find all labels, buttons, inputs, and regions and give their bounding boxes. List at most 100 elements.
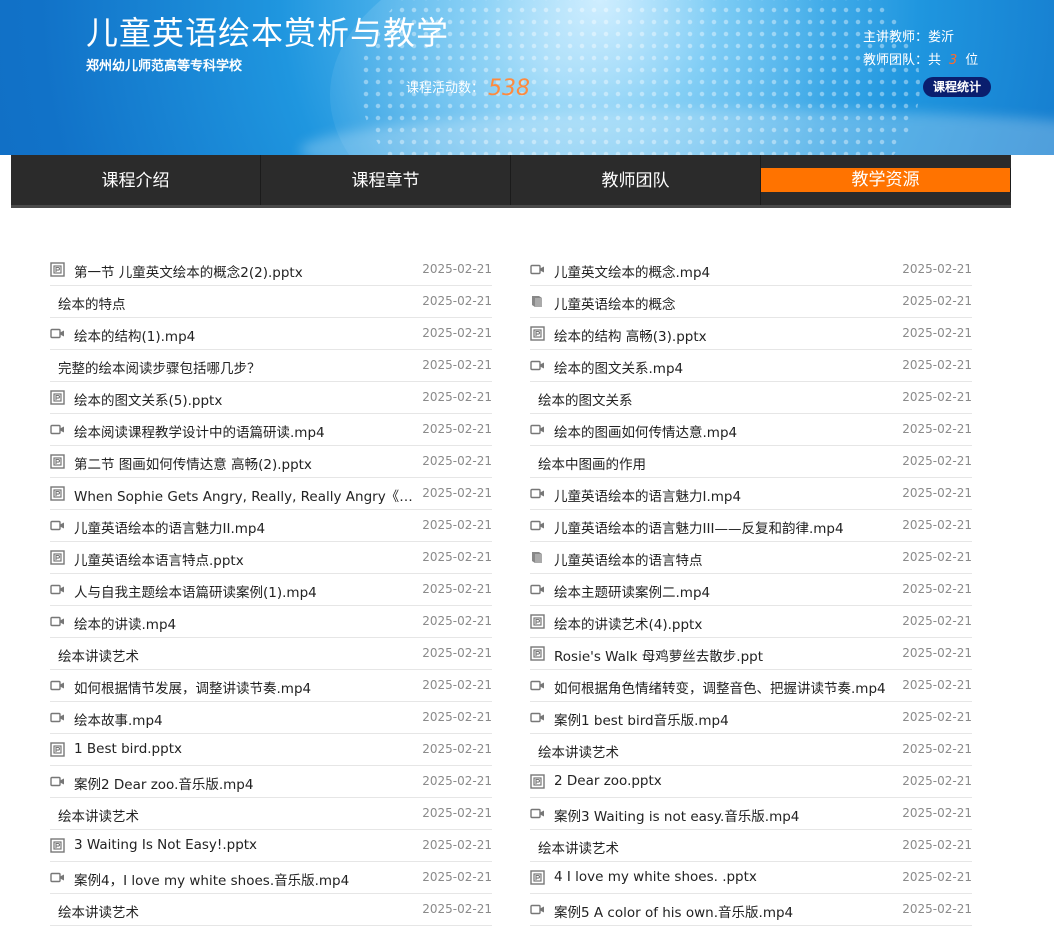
video-camera-icon bbox=[530, 422, 545, 437]
resource-name[interactable]: 如何根据角色情绪转变，调整音色、把握讲读节奏.mp4 bbox=[554, 677, 886, 697]
resource-row[interactable]: 如何根据角色情绪转变，调整音色、把握讲读节奏.mp4 2025-02-21 bbox=[530, 670, 972, 702]
resource-name[interactable]: Rosie's Walk 母鸡萝丝去散步.ppt bbox=[554, 645, 763, 665]
resource-name[interactable]: 绘本讲读艺术 bbox=[58, 645, 139, 665]
team-number: 3 bbox=[949, 53, 958, 68]
resource-name[interactable]: 4 I love my white shoes. .pptx bbox=[554, 869, 757, 885]
resource-name[interactable]: 绘本的讲读艺术(4).pptx bbox=[554, 613, 702, 633]
resource-row[interactable]: 绘本讲读艺术 2025-02-21 bbox=[530, 830, 972, 862]
resource-name[interactable]: 儿童英语绘本的语言魅力II.mp4 bbox=[74, 517, 265, 537]
resource-name[interactable]: 儿童英语绘本的语言魅力I.mp4 bbox=[554, 485, 741, 505]
resource-row[interactable]: 案例4，I love my white shoes.音乐版.mp4 2025-02… bbox=[50, 862, 492, 894]
resource-row[interactable]: 儿童英文绘本的概念.mp4 2025-02-21 bbox=[530, 254, 972, 286]
tab-teaching-resources[interactable]: 教学资源 bbox=[761, 168, 1011, 192]
resource-row[interactable]: 绘本阅读课程教学设计中的语篇研读.mp4 2025-02-21 bbox=[50, 414, 492, 446]
resource-name[interactable]: 3 Waiting Is Not Easy!.pptx bbox=[74, 837, 257, 853]
resource-name[interactable]: 儿童英语绘本的概念 bbox=[554, 293, 676, 313]
resource-row[interactable]: 完整的绘本阅读步骤包括哪几步？ 2025-02-21 bbox=[50, 350, 492, 382]
resource-row[interactable]: 绘本讲读艺术 2025-02-21 bbox=[530, 734, 972, 766]
resource-row[interactable]: 绘本的图文关系.mp4 2025-02-21 bbox=[530, 350, 972, 382]
resource-name[interactable]: 绘本讲读艺术 bbox=[538, 741, 619, 761]
resource-row[interactable]: 如何根据情节发展，调整讲读节奏.mp4 2025-02-21 bbox=[50, 670, 492, 702]
resource-row[interactable]: Rosie's Walk 母鸡萝丝去散步.ppt 2025-02-21 bbox=[530, 638, 972, 670]
resource-row[interactable]: 绘本故事.mp4 2025-02-21 bbox=[50, 702, 492, 734]
resource-row[interactable]: 儿童英语绘本语言特点.pptx 2025-02-21 bbox=[50, 542, 492, 574]
resource-name[interactable]: 绘本的图文关系(5).pptx bbox=[74, 389, 222, 409]
resource-row[interactable]: 绘本的讲读艺术(4).pptx 2025-02-21 bbox=[530, 606, 972, 638]
resource-name[interactable]: 完整的绘本阅读步骤包括哪几步？ bbox=[58, 357, 261, 377]
resource-name[interactable]: 案例5 A color of his own.音乐版.mp4 bbox=[554, 901, 793, 921]
resource-name[interactable]: 案例4，I love my white shoes.音乐版.mp4 bbox=[74, 869, 349, 889]
resource-name[interactable]: 第一节 儿童英文绘本的概念2(2).pptx bbox=[74, 261, 303, 281]
resource-name[interactable]: When Sophie Gets Angry, Really, Really A… bbox=[74, 485, 424, 505]
resource-row[interactable]: 绘本讲读艺术 2025-02-21 bbox=[50, 798, 492, 830]
resource-row[interactable]: 绘本的图文关系(5).pptx 2025-02-21 bbox=[50, 382, 492, 414]
resource-row[interactable]: 儿童英语绘本的语言特点 2025-02-21 bbox=[530, 542, 972, 574]
tab-course-intro[interactable]: 课程介绍 bbox=[11, 155, 261, 205]
resource-row[interactable]: 绘本讲读艺术 2025-02-21 bbox=[50, 638, 492, 670]
resource-name[interactable]: 案例3 Waiting is not easy.音乐版.mp4 bbox=[554, 805, 799, 825]
resource-name[interactable]: 绘本的图文关系 bbox=[538, 389, 633, 409]
resource-row[interactable]: 绘本中图画的作用 2025-02-21 bbox=[530, 446, 972, 478]
resource-row[interactable]: 绘本的结构(1).mp4 2025-02-21 bbox=[50, 318, 492, 350]
resource-row[interactable]: 儿童英语绘本的语言魅力III——反复和韵律.mp4 2025-02-21 bbox=[530, 510, 972, 542]
resource-row[interactable]: 人与自我主题绘本语篇研读案例(1).mp4 2025-02-21 bbox=[50, 574, 492, 606]
resource-row[interactable]: 案例2 Dear zoo.音乐版.mp4 2025-02-21 bbox=[50, 766, 492, 798]
resource-row[interactable]: 3 Waiting Is Not Easy!.pptx 2025-02-21 bbox=[50, 830, 492, 862]
resource-date: 2025-02-21 bbox=[422, 518, 492, 532]
resource-name[interactable]: 案例1 best bird音乐版.mp4 bbox=[554, 709, 729, 729]
resource-name[interactable]: 绘本讲读艺术 bbox=[58, 805, 139, 825]
resource-name[interactable]: 绘本的结构 高畅(3).pptx bbox=[554, 325, 707, 345]
resource-row[interactable]: 绘本的讲读.mp4 2025-02-21 bbox=[50, 606, 492, 638]
resource-date: 2025-02-21 bbox=[422, 710, 492, 724]
resource-name[interactable]: 绘本讲读艺术 bbox=[538, 837, 619, 857]
resource-name[interactable]: 绘本的讲读.mp4 bbox=[74, 613, 176, 633]
tab-course-chapters[interactable]: 课程章节 bbox=[261, 155, 511, 205]
resource-row[interactable]: When Sophie Gets Angry, Really, Really A… bbox=[50, 478, 492, 510]
resource-name[interactable]: 儿童英语绘本的语言特点 bbox=[554, 549, 703, 569]
resource-name[interactable]: 1 Best bird.pptx bbox=[74, 741, 182, 757]
resource-name[interactable]: 第二节 图画如何传情达意 高畅(2).pptx bbox=[74, 453, 312, 473]
resource-row[interactable]: 第二节 图画如何传情达意 高畅(2).pptx 2025-02-21 bbox=[50, 446, 492, 478]
video-camera-icon bbox=[50, 614, 65, 629]
resource-name[interactable]: 绘本的特点 bbox=[58, 293, 126, 313]
resource-row[interactable]: 绘本的特点 2025-02-21 bbox=[50, 286, 492, 318]
resource-name[interactable]: 儿童英文绘本的概念.mp4 bbox=[554, 261, 710, 281]
resource-name[interactable]: 绘本的图文关系.mp4 bbox=[554, 357, 683, 377]
resource-row[interactable]: 案例5 A color of his own.音乐版.mp4 2025-02-21 bbox=[530, 894, 972, 926]
resource-row[interactable]: 绘本的图画如何传情达意.mp4 2025-02-21 bbox=[530, 414, 972, 446]
resource-date: 2025-02-21 bbox=[902, 870, 972, 884]
activity-label: 课程活动数： bbox=[406, 81, 485, 96]
resource-row[interactable]: 1 Best bird.pptx 2025-02-21 bbox=[50, 734, 492, 766]
resource-name[interactable]: 绘本讲读艺术 bbox=[58, 901, 139, 921]
resource-row[interactable]: 儿童英语绘本的语言魅力II.mp4 2025-02-21 bbox=[50, 510, 492, 542]
resource-row[interactable]: 绘本主题研读案例二.mp4 2025-02-21 bbox=[530, 574, 972, 606]
tab-teacher-team[interactable]: 教师团队 bbox=[511, 155, 761, 205]
resource-row[interactable]: 案例3 Waiting is not easy.音乐版.mp4 2025-02-2… bbox=[530, 798, 972, 830]
resource-name[interactable]: 2 Dear zoo.pptx bbox=[554, 773, 662, 789]
resource-name[interactable]: 绘本的图画如何传情达意.mp4 bbox=[554, 421, 737, 441]
resource-date: 2025-02-21 bbox=[422, 582, 492, 596]
resource-row[interactable]: 绘本的结构 高畅(3).pptx 2025-02-21 bbox=[530, 318, 972, 350]
resource-name[interactable]: 如何根据情节发展，调整讲读节奏.mp4 bbox=[74, 677, 311, 697]
resource-name[interactable]: 绘本的结构(1).mp4 bbox=[74, 325, 195, 345]
resource-name[interactable]: 绘本中图画的作用 bbox=[538, 453, 646, 473]
video-camera-icon bbox=[530, 582, 545, 597]
video-camera-icon bbox=[530, 902, 545, 917]
resource-row[interactable]: 第一节 儿童英文绘本的概念2(2).pptx 2025-02-21 bbox=[50, 254, 492, 286]
resource-row[interactable]: 儿童英语绘本的语言魅力I.mp4 2025-02-21 bbox=[530, 478, 972, 510]
resource-name[interactable]: 案例2 Dear zoo.音乐版.mp4 bbox=[74, 773, 253, 793]
resource-row[interactable]: 绘本的图文关系 2025-02-21 bbox=[530, 382, 972, 414]
resource-row[interactable]: 4 I love my white shoes. .pptx 2025-02-21 bbox=[530, 862, 972, 894]
resource-name[interactable]: 绘本阅读课程教学设计中的语篇研读.mp4 bbox=[74, 421, 325, 441]
resource-name[interactable]: 人与自我主题绘本语篇研读案例(1).mp4 bbox=[74, 581, 317, 601]
resource-row[interactable]: 绘本讲读艺术 2025-02-21 bbox=[50, 894, 492, 926]
resource-name[interactable]: 儿童英语绘本的语言魅力III——反复和韵律.mp4 bbox=[554, 517, 844, 537]
video-camera-icon bbox=[530, 806, 545, 821]
resource-row[interactable]: 2 Dear zoo.pptx 2025-02-21 bbox=[530, 766, 972, 798]
resource-name[interactable]: 儿童英语绘本语言特点.pptx bbox=[74, 549, 244, 569]
resource-row[interactable]: 儿童英语绘本的概念 2025-02-21 bbox=[530, 286, 972, 318]
resource-name[interactable]: 绘本故事.mp4 bbox=[74, 709, 163, 729]
course-stats-button[interactable]: 课程统计 bbox=[923, 77, 991, 97]
resource-row[interactable]: 案例1 best bird音乐版.mp4 2025-02-21 bbox=[530, 702, 972, 734]
resource-name[interactable]: 绘本主题研读案例二.mp4 bbox=[554, 581, 710, 601]
